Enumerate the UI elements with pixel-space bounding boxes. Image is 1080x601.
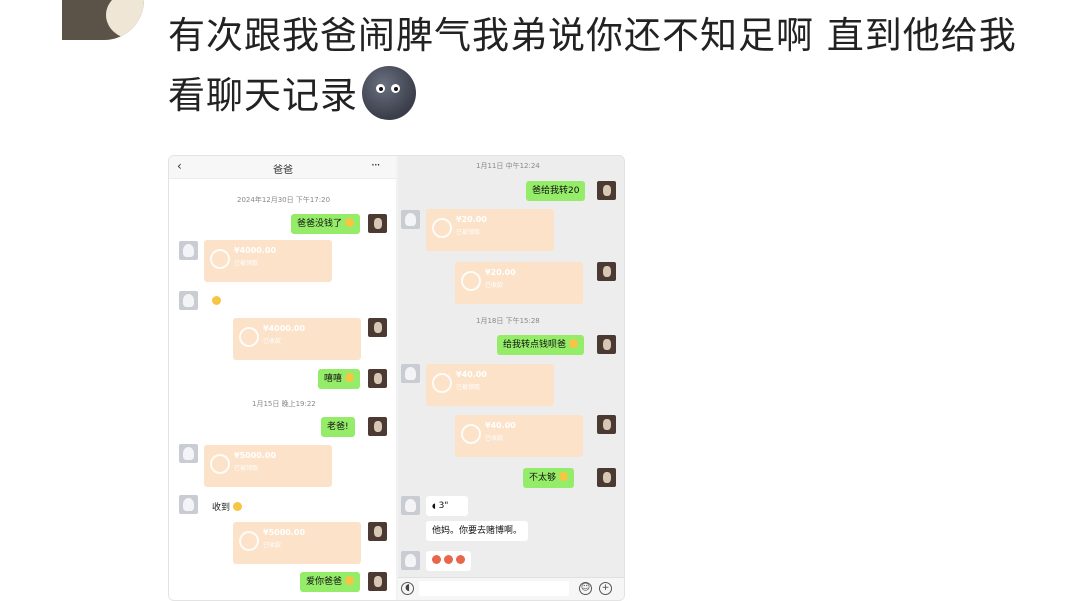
message-bubble-received bbox=[426, 551, 471, 571]
transfer-amount: ¥4000.00 bbox=[263, 324, 306, 333]
check-circle-icon bbox=[210, 454, 230, 474]
chat-header: ‹ 爸爸 ··· bbox=[169, 156, 396, 179]
avatar-me bbox=[368, 318, 387, 337]
transfer-status: 已收款 bbox=[263, 542, 282, 549]
chevron-left-icon[interactable]: ‹ bbox=[177, 159, 182, 173]
transfer-amount: ¥40.00 bbox=[485, 421, 516, 430]
avatar-me bbox=[368, 417, 387, 436]
message-bubble-sent: 爸爸没钱了 bbox=[291, 214, 360, 234]
transfer-amount: ¥40.00 bbox=[456, 370, 487, 379]
transfer-card-received[interactable]: ¥5000.00 已被领取 bbox=[204, 445, 332, 487]
emoji-icon bbox=[344, 218, 354, 227]
timestamp: 1月15日 晚上19:22 bbox=[252, 400, 316, 408]
avatar-dad bbox=[401, 210, 420, 229]
transfer-amount: ¥4000.00 bbox=[234, 246, 277, 255]
transfer-amount: ¥5000.00 bbox=[234, 451, 277, 460]
check-circle-icon bbox=[239, 327, 259, 347]
emoji-icon bbox=[212, 296, 221, 305]
check-circle-icon bbox=[461, 271, 481, 291]
post-text-block: 有次跟我爸闹脾气我弟说你还不知足啊 直到他给我看聊天记录 bbox=[168, 6, 1048, 126]
transfer-status: 已被领取 bbox=[234, 260, 259, 267]
message-bubble-sent: 嘻嘻 bbox=[318, 369, 360, 389]
avatar-dad bbox=[401, 364, 420, 383]
voice-icon[interactable]: ◖ bbox=[401, 582, 414, 595]
message-bubble-sent: 不太够 bbox=[523, 468, 574, 488]
message-bubble-sent: 爸给我转20 bbox=[526, 181, 586, 201]
message-bubble-sent: 爱你爸爸 bbox=[300, 572, 360, 592]
right-chat-panel: 1月11日 中午12:24 爸给我转20 ¥20.00 已被领取 ¥20.00 … bbox=[398, 156, 624, 600]
chat-screenshot-image[interactable]: ‹ 爸爸 ··· 2024年12月30日 下午17:20 爸爸没钱了 ¥4000… bbox=[168, 155, 625, 601]
message-input[interactable] bbox=[419, 581, 569, 596]
avatar-me bbox=[597, 335, 616, 354]
avatar-dad bbox=[179, 495, 198, 514]
timestamp: 1月18日 下午15:28 bbox=[476, 317, 540, 325]
transfer-card-sent[interactable]: ¥5000.00 已收款 bbox=[233, 522, 361, 564]
angry-emoji-icon bbox=[455, 555, 465, 564]
check-circle-icon bbox=[461, 424, 481, 444]
avatar-me bbox=[597, 468, 616, 487]
voice-duration: 3" bbox=[438, 501, 449, 511]
transfer-card-sent[interactable]: ¥20.00 已收款 bbox=[455, 262, 583, 304]
transfer-status: 已收款 bbox=[485, 435, 504, 442]
check-circle-icon bbox=[239, 531, 259, 551]
transfer-status: 已被领取 bbox=[456, 384, 481, 391]
avatar-me bbox=[597, 181, 616, 200]
avatar-me bbox=[368, 369, 387, 388]
transfer-card-sent[interactable]: ¥4000.00 已收款 bbox=[233, 318, 361, 360]
emoji-icon bbox=[344, 576, 354, 585]
transfer-status: 已收款 bbox=[485, 282, 504, 289]
transfer-amount: ¥20.00 bbox=[485, 268, 516, 277]
avatar-dad bbox=[179, 291, 198, 310]
chat-title: 爸爸 bbox=[273, 165, 293, 176]
timestamp: 2024年12月30日 下午17:20 bbox=[237, 196, 331, 204]
transfer-status: 已被领取 bbox=[456, 229, 481, 236]
message-bubble-sent: 给我转点钱呗爸 bbox=[497, 335, 584, 355]
check-circle-icon bbox=[210, 249, 230, 269]
emoji-icon bbox=[232, 502, 242, 511]
left-chat-panel: ‹ 爸爸 ··· 2024年12月30日 下午17:20 爸爸没钱了 ¥4000… bbox=[169, 156, 396, 600]
angry-emoji-icon bbox=[432, 555, 441, 564]
post-text: 有次跟我爸闹脾气我弟说你还不知足啊 直到他给我看聊天记录 bbox=[168, 14, 1017, 117]
avatar-dad bbox=[401, 551, 420, 570]
avatar-dad bbox=[401, 496, 420, 515]
new-moon-face-icon bbox=[362, 66, 416, 120]
plus-icon[interactable]: + bbox=[599, 582, 612, 595]
angry-emoji-icon bbox=[443, 555, 453, 564]
avatar-me bbox=[368, 572, 387, 591]
avatar-dad bbox=[179, 444, 198, 463]
message-bubble-received: 他妈。你要去赌博啊。 bbox=[426, 521, 529, 541]
message-text: 收到 bbox=[212, 500, 242, 513]
emoji-icon[interactable]: ☺ bbox=[579, 582, 592, 595]
transfer-card-sent[interactable]: ¥40.00 已收款 bbox=[455, 415, 583, 457]
more-dots-icon[interactable]: ··· bbox=[371, 158, 381, 172]
avatar-me bbox=[597, 262, 616, 281]
poster-avatar[interactable] bbox=[62, 0, 144, 40]
avatar-me bbox=[368, 522, 387, 541]
emoji-icon bbox=[344, 373, 354, 382]
emoji-icon bbox=[558, 472, 568, 481]
transfer-status: 已被领取 bbox=[234, 465, 259, 472]
timestamp: 1月11日 中午12:24 bbox=[476, 162, 540, 170]
transfer-status: 已收款 bbox=[263, 338, 282, 345]
transfer-amount: ¥20.00 bbox=[456, 215, 487, 224]
check-circle-icon bbox=[432, 218, 452, 238]
transfer-amount: ¥5000.00 bbox=[263, 528, 306, 537]
transfer-card-received[interactable]: ¥40.00 已被领取 bbox=[426, 364, 554, 406]
message-bubble-sent: 老爸! bbox=[321, 417, 355, 437]
avatar-dad bbox=[179, 241, 198, 260]
emoji-icon bbox=[568, 339, 578, 348]
check-circle-icon bbox=[432, 373, 452, 393]
transfer-card-received[interactable]: ¥4000.00 已被领取 bbox=[204, 240, 332, 282]
transfer-card-received[interactable]: ¥20.00 已被领取 bbox=[426, 209, 554, 251]
avatar-me bbox=[597, 415, 616, 434]
voice-icon: ◖ bbox=[432, 502, 436, 510]
voice-message[interactable]: ◖ 3" bbox=[426, 496, 468, 516]
chat-input-bar: ◖ ☺ + bbox=[398, 577, 624, 600]
avatar-me bbox=[368, 214, 387, 233]
